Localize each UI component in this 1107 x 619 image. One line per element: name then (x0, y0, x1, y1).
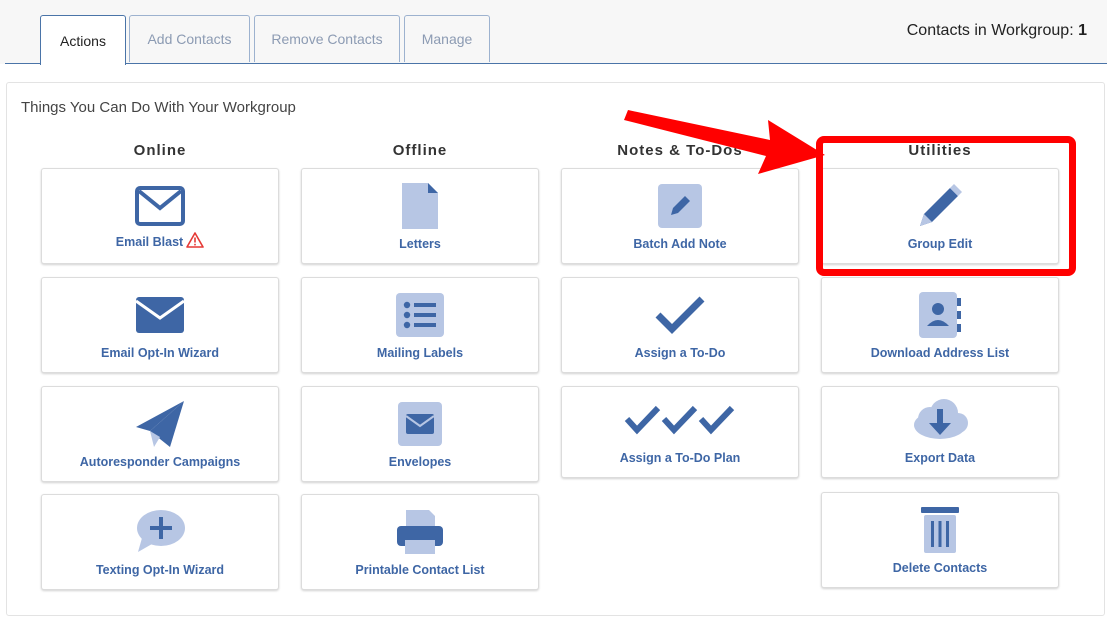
contacts-count: Contacts in Workgroup: 1 (907, 22, 1087, 40)
card-label: Download Address List (870, 346, 1010, 360)
warning-icon (186, 232, 204, 251)
chat-plus-icon (42, 507, 278, 557)
card-label: Letters (399, 237, 441, 251)
card-label: Export Data (904, 451, 976, 465)
checkmark-icon (562, 290, 798, 340)
note-pencil-icon (562, 181, 798, 231)
tab-label: Manage (421, 31, 473, 47)
autoresponder-campaigns-card[interactable]: Autoresponder Campaigns (41, 386, 279, 482)
texting-opt-in-wizard-card[interactable]: Texting Opt-In Wizard (41, 494, 279, 590)
mailing-labels-card[interactable]: Mailing Labels (301, 277, 539, 373)
tab-actions[interactable]: Actions (40, 15, 126, 65)
trash-icon (822, 505, 1058, 555)
list-icon (302, 290, 538, 340)
tab-label: Actions (60, 32, 106, 49)
column-heading-offline: Offline (392, 142, 448, 159)
panel-title: Things You Can Do With Your Workgroup (21, 99, 296, 116)
delete-contacts-card[interactable]: Delete Contacts (821, 492, 1059, 588)
printer-icon (302, 507, 538, 557)
cloud-download-icon (822, 395, 1058, 445)
envelope-solid-icon (42, 290, 278, 340)
card-label: Delete Contacts (892, 561, 988, 575)
card-label: Group Edit (907, 237, 973, 251)
envelope-outline-icon (42, 181, 278, 231)
group-edit-card[interactable]: Group Edit (821, 168, 1059, 264)
export-data-card[interactable]: Export Data (821, 386, 1059, 478)
card-label: Printable Contact List (355, 563, 485, 577)
card-label: Email Opt-In Wizard (101, 346, 219, 360)
card-label: Email Blast (115, 235, 184, 249)
assign-a-to-do-card[interactable]: Assign a To-Do (561, 277, 799, 373)
download-address-list-card[interactable]: Download Address List (821, 277, 1059, 373)
tab-label: Remove Contacts (271, 31, 383, 47)
contacts-count-value: 1 (1078, 22, 1087, 39)
address-book-icon (822, 290, 1058, 340)
envelope-square-icon (302, 399, 538, 449)
card-label: Envelopes (388, 455, 452, 469)
card-label: Batch Add Note (633, 237, 727, 251)
envelopes-card[interactable]: Envelopes (301, 386, 539, 482)
tab-add-contacts[interactable]: Add Contacts (129, 15, 250, 62)
printable-contact-list-card[interactable]: Printable Contact List (301, 494, 539, 590)
email-opt-in-wizard-card[interactable]: Email Opt-In Wizard (41, 277, 279, 373)
email-blast-card[interactable]: Email Blast (41, 168, 279, 264)
column-heading-online: Online (133, 142, 187, 159)
document-icon (302, 181, 538, 231)
column-heading-utilities: Utilities (908, 142, 972, 159)
tab-label: Add Contacts (147, 31, 232, 47)
tab-remove-contacts[interactable]: Remove Contacts (254, 15, 400, 62)
assign-a-to-do-plan-card[interactable]: Assign a To-Do Plan (561, 386, 799, 478)
card-label: Assign a To-Do (634, 346, 726, 360)
column-heading-notes: Notes & To-Dos (617, 142, 743, 159)
triple-checkmark-icon (562, 395, 798, 445)
pencil-icon (822, 181, 1058, 231)
paper-plane-icon (42, 399, 278, 449)
contacts-count-label: Contacts in Workgroup: (906, 22, 1074, 39)
card-label: Assign a To-Do Plan (619, 451, 741, 465)
tab-manage[interactable]: Manage (404, 15, 490, 62)
card-label: Texting Opt-In Wizard (95, 563, 225, 577)
card-label: Autoresponder Campaigns (79, 455, 241, 469)
batch-add-note-card[interactable]: Batch Add Note (561, 168, 799, 264)
letters-card[interactable]: Letters (301, 168, 539, 264)
tab-underline (5, 63, 1107, 64)
card-label: Mailing Labels (376, 346, 464, 360)
